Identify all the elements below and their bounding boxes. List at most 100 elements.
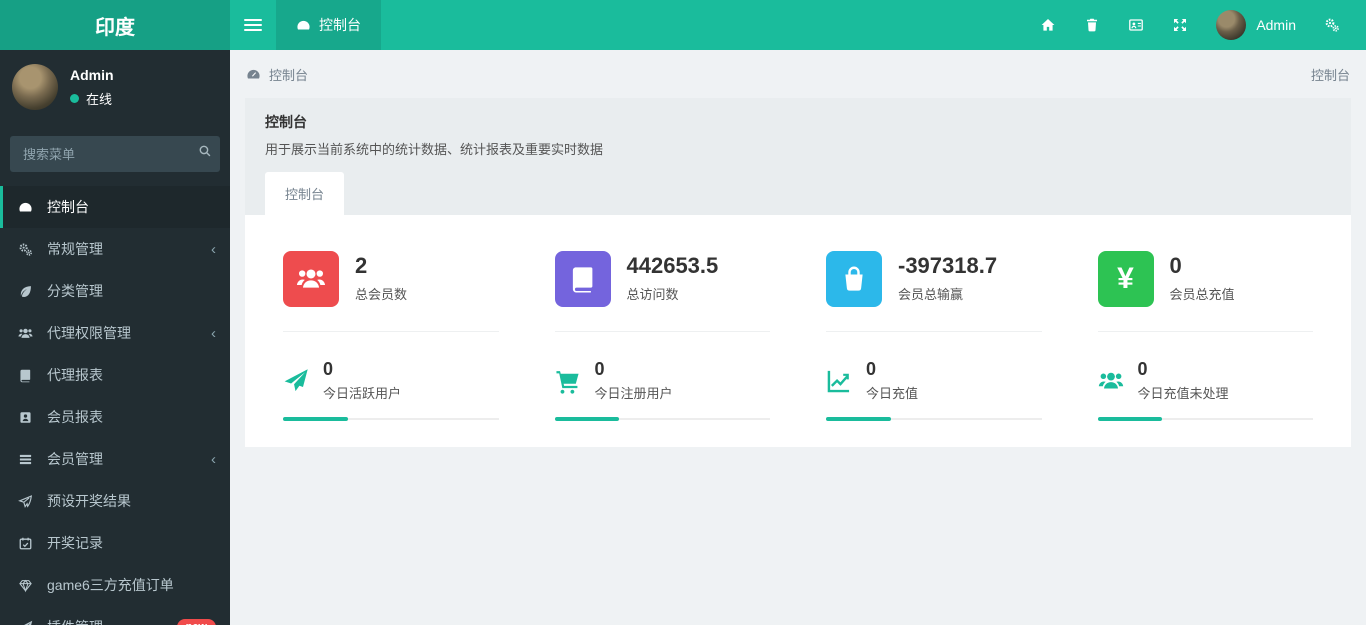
users-icon: [283, 251, 339, 307]
sidebar-item-agent-auth[interactable]: 代理权限管理 ‹: [0, 312, 230, 354]
stat-today-recharge-pending: 0 今日充值未处理: [1070, 346, 1342, 421]
sidebar-item-preset-lottery[interactable]: 预设开奖结果: [0, 480, 230, 522]
trash-icon: [1084, 17, 1100, 33]
stat-value: 442653.5: [626, 253, 719, 278]
gauge-icon: [296, 18, 311, 33]
home-icon: [1040, 17, 1056, 33]
progress-bar: [554, 416, 770, 421]
sidebar-item-general[interactable]: 常规管理 ‹: [0, 228, 230, 270]
sidebar-item-label: 插件管理: [47, 617, 103, 625]
sidebar-item-label: 代理报表: [47, 367, 103, 383]
sidebar-user-name: Admin: [70, 66, 114, 83]
nav-tab-label: 控制台: [319, 17, 361, 33]
stat-label: 会员总充值: [1169, 287, 1235, 303]
cogs-icon: [3, 242, 47, 257]
stat-today-recharge: 0 今日充值: [798, 346, 1070, 421]
shopping-bag-icon: [826, 251, 882, 307]
sidebar-item-agent-report[interactable]: 代理报表: [0, 354, 230, 396]
gauge-icon: [246, 67, 261, 82]
stat-total-members: 2 总会员数: [255, 233, 527, 332]
plane-icon: [3, 620, 47, 625]
breadcrumb-current: 控制台: [269, 67, 309, 83]
fullscreen-button[interactable]: [1160, 0, 1200, 50]
id-card-icon: [3, 410, 47, 425]
sidebar-item-label: 控制台: [47, 199, 89, 215]
calendar-check-icon: [3, 536, 47, 551]
sidebar-item-label: game6三方充值订单: [47, 577, 174, 593]
fullscreen-icon: [1172, 17, 1188, 33]
progress-bar: [283, 416, 499, 421]
stat-label: 今日注册用户: [594, 385, 673, 401]
sidebar-item-dashboard[interactable]: 控制台: [0, 186, 230, 228]
search-button[interactable]: [198, 144, 212, 161]
page-title: 控制台: [265, 114, 307, 130]
brand-logo[interactable]: 印度: [0, 0, 230, 50]
search-icon: [198, 144, 212, 158]
chevron-left-icon: ‹: [211, 324, 216, 342]
stat-label: 总访问数: [626, 287, 679, 303]
progress-bar: [826, 416, 1042, 421]
stat-value: 2: [355, 253, 368, 278]
sidebar-toggle-button[interactable]: [230, 0, 276, 50]
sidebar-item-label: 会员管理: [47, 451, 103, 467]
sidebar-search: [10, 136, 220, 172]
tab-dashboard[interactable]: 控制台: [265, 172, 345, 215]
users-icon: [1098, 368, 1124, 394]
stat-total-winloss: -397318.7 会员总输赢: [798, 233, 1070, 332]
progress-bar: [1097, 416, 1313, 421]
stat-total-recharge: ¥ 0 会员总充值: [1070, 233, 1342, 332]
stat-value: 0: [594, 359, 605, 379]
clear-cache-button[interactable]: [1072, 0, 1112, 50]
stat-total-visits: 442653.5 总访问数: [527, 233, 799, 332]
book-icon: [3, 368, 47, 383]
online-status-dot: [70, 93, 79, 103]
sidebar-item-game6-orders[interactable]: game6三方充值订单: [0, 564, 230, 606]
breadcrumb-right: 控制台: [1310, 67, 1350, 83]
chart-line-icon: [826, 368, 852, 394]
stat-label: 总会员数: [355, 287, 408, 303]
navbar: 控制台 Admin: [230, 0, 1366, 50]
cart-icon: [555, 368, 581, 394]
hamburger-icon: [244, 16, 262, 34]
topbar: 印度 控制台 Admin: [0, 0, 1366, 50]
search-input[interactable]: [10, 136, 220, 172]
sidebar-item-member-manage[interactable]: 会员管理 ‹: [0, 438, 230, 480]
sidebar-item-label: 开奖记录: [47, 535, 103, 551]
stat-today-active: 0 今日活跃用户: [255, 346, 527, 421]
user-menu[interactable]: Admin: [1204, 10, 1308, 40]
online-status-label: 在线: [86, 91, 113, 107]
users-icon: [3, 326, 47, 341]
settings-button[interactable]: [1312, 0, 1352, 50]
tab-bar: 控制台: [265, 172, 1331, 215]
sidebar-user-panel: Admin 在线: [0, 50, 230, 126]
sidebar-item-label: 预设开奖结果: [47, 493, 131, 509]
primary-stats-row: 2 总会员数 442653.5 总访问数 -397318.7 会员总输赢 ¥ 0…: [255, 233, 1341, 332]
list-icon: [3, 452, 47, 467]
user-name: Admin: [1256, 17, 1296, 33]
settings-cogs-icon: [1324, 17, 1340, 33]
sidebar-item-lottery-record[interactable]: 开奖记录: [0, 522, 230, 564]
home-button[interactable]: [1028, 0, 1068, 50]
gem-icon: [3, 578, 47, 593]
gauge-icon: [3, 200, 47, 215]
account-card-icon: [1128, 17, 1144, 33]
stat-label: 会员总输赢: [898, 287, 964, 303]
topbar-actions: Admin: [1028, 0, 1366, 50]
send-icon: [3, 494, 47, 509]
page-description: 用于展示当前系统中的统计数据、统计报表及重要实时数据: [265, 142, 604, 157]
avatar: [12, 64, 58, 110]
nav-tab-dashboard[interactable]: 控制台: [276, 0, 381, 50]
content-area: 控制台 控制台 控制台 用于展示当前系统中的统计数据、统计报表及重要实时数据 控…: [230, 50, 1366, 625]
new-badge: new: [176, 619, 216, 625]
sidebar-item-member-report[interactable]: 会员报表: [0, 396, 230, 438]
stat-value: 0: [323, 359, 334, 379]
sidebar-item-label: 会员报表: [47, 409, 103, 425]
sidebar-item-label: 代理权限管理: [47, 325, 131, 341]
dashboard-panel: 控制台 用于展示当前系统中的统计数据、统计报表及重要实时数据 控制台 2 总会员…: [245, 98, 1351, 447]
sidebar-item-category[interactable]: 分类管理: [0, 270, 230, 312]
sidebar-item-addon-manage[interactable]: 插件管理 new: [0, 606, 230, 625]
stat-value: 0: [1137, 359, 1148, 379]
sidebar-menu: 控制台 常规管理 ‹ 分类管理 代理权限管理 ‹ 代理报表 会员报表 会员管理 …: [0, 186, 230, 625]
book-icon: [554, 251, 611, 307]
account-card-button[interactable]: [1116, 0, 1156, 50]
